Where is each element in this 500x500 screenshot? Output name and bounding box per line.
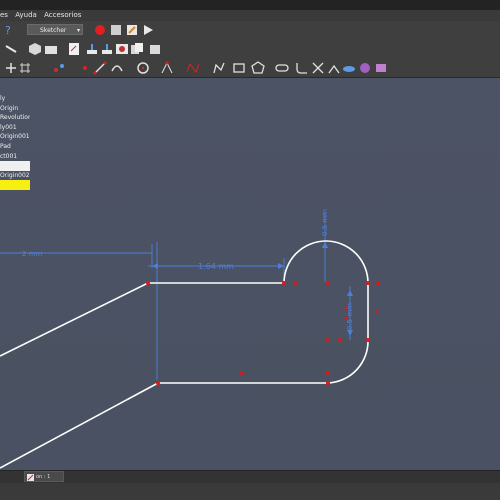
title-bar	[0, 0, 500, 10]
slot-icon[interactable]	[275, 61, 289, 75]
circle-icon[interactable]	[136, 61, 150, 75]
menu-item-es[interactable]: es	[0, 10, 8, 21]
toolbar-row-2	[0, 40, 500, 58]
record-macro-icon[interactable]	[93, 23, 107, 37]
arrow-head	[278, 263, 284, 269]
sketch-canvas[interactable]: 2 mm 1.64 mm 0.5 mm 0.5 mm	[0, 78, 500, 470]
carbon-copy-icon[interactable]	[358, 61, 372, 75]
svg-text:?: ?	[5, 24, 11, 37]
new-sketch-icon[interactable]	[67, 42, 81, 56]
bspline-icon[interactable]	[186, 61, 200, 75]
vertex-point[interactable]	[376, 281, 380, 285]
polyline-icon[interactable]	[212, 61, 226, 75]
vertex-point[interactable]	[156, 381, 160, 385]
validate-sketch-icon[interactable]	[115, 42, 129, 56]
arrow-head	[322, 242, 328, 248]
fillet-icon[interactable]	[295, 61, 309, 75]
sketch-icon	[27, 474, 34, 481]
construction-mode-icon[interactable]	[52, 61, 66, 75]
tree-item[interactable]: Origin	[0, 104, 30, 114]
tree-item-highlighted[interactable]	[0, 180, 30, 190]
dimension-label-vertical-mid[interactable]: 0.5 mm	[346, 303, 354, 330]
document-tab-bar: on : 1	[0, 470, 500, 483]
attach-sketch-icon[interactable]	[85, 42, 99, 56]
document-tab[interactable]: on : 1	[24, 471, 64, 482]
vertex-point[interactable]	[366, 281, 370, 285]
arrow-head	[152, 263, 158, 269]
toolbar-row-1: ? Sketcher ▾	[0, 21, 500, 39]
vertex-point[interactable]	[282, 281, 286, 285]
sketch-line-diagonal-lower[interactable]	[0, 382, 159, 469]
arrow-head	[347, 290, 353, 296]
menu-bar: es Ayuda Accesorios	[0, 10, 500, 21]
conic-icon[interactable]	[160, 61, 174, 75]
vertex-point[interactable]	[338, 338, 342, 342]
part-icon[interactable]	[28, 42, 42, 56]
edit-macro-icon[interactable]	[125, 23, 139, 37]
vertex-point[interactable]	[366, 338, 370, 342]
view-section-icon[interactable]	[4, 61, 18, 75]
polygon-icon[interactable]	[251, 61, 265, 75]
folder-icon[interactable]	[44, 42, 58, 56]
vertex-point[interactable]	[326, 371, 330, 375]
point-icon[interactable]	[78, 61, 92, 75]
constraint-marker[interactable]	[375, 310, 379, 314]
clone-icon[interactable]	[374, 61, 388, 75]
menu-item-accessories[interactable]: Accesorios	[44, 10, 81, 21]
constraint-marker[interactable]	[344, 306, 348, 310]
model-tree: ly Origin Revolution ly001 Origin001 Pad…	[0, 94, 30, 190]
chevron-down-icon: ▾	[76, 27, 80, 34]
workbench-selector[interactable]: Sketcher ▾	[27, 24, 83, 35]
help-icon[interactable]: ?	[1, 23, 15, 37]
reorient-sketch-icon[interactable]	[100, 42, 114, 56]
tree-item[interactable]: ly001	[0, 123, 30, 133]
tree-item[interactable]: Pad	[0, 142, 30, 152]
vertex-point[interactable]	[326, 381, 330, 385]
sketcher-workbench-label: Sketcher	[40, 27, 67, 34]
tree-item-selected[interactable]	[0, 161, 30, 171]
constraint-marker[interactable]	[344, 316, 348, 320]
vertex-point[interactable]	[146, 281, 150, 285]
vertex-point[interactable]	[326, 281, 330, 285]
menu-item-help[interactable]: Ayuda	[15, 10, 37, 21]
trim-icon[interactable]	[311, 61, 325, 75]
tree-item[interactable]: Revolution	[0, 113, 30, 123]
vertex-point[interactable]	[326, 338, 330, 342]
dimension-label-vertical-top[interactable]: 0.5 mm	[321, 209, 329, 236]
dimension-label-left[interactable]: 2 mm	[22, 250, 42, 258]
mirror-sketch-icon[interactable]	[148, 42, 162, 56]
constraint-marker[interactable]	[240, 371, 244, 375]
toolbar-row-3	[0, 59, 500, 77]
3d-viewport[interactable]: 2 mm 1.64 mm 0.5 mm 0.5 mm ly Origin Rev…	[0, 78, 500, 470]
measure-icon[interactable]	[4, 42, 18, 56]
merge-sketches-icon[interactable]	[130, 42, 144, 56]
tree-item[interactable]: ly	[0, 94, 30, 104]
line-icon[interactable]	[93, 61, 107, 75]
rectangle-icon[interactable]	[232, 61, 246, 75]
grid-icon[interactable]	[18, 61, 32, 75]
sketch-line-diagonal-upper[interactable]	[0, 282, 149, 357]
dimension-label-top[interactable]: 1.64 mm	[198, 262, 234, 271]
stop-macro-icon[interactable]	[109, 23, 123, 37]
tree-item[interactable]: ct001	[0, 152, 30, 162]
run-macro-icon[interactable]	[141, 23, 155, 37]
sketch-arc-bottom[interactable]	[327, 339, 369, 384]
extend-icon[interactable]	[327, 61, 341, 75]
arc-icon[interactable]	[110, 61, 124, 75]
document-tab-label: on : 1	[36, 474, 51, 480]
vertex-point[interactable]	[294, 281, 298, 285]
tree-item[interactable]: Origin002	[0, 171, 30, 181]
toolbar-area: ? Sketcher ▾	[0, 21, 500, 78]
tree-item[interactable]: Origin001	[0, 132, 30, 142]
external-geometry-icon[interactable]	[342, 61, 356, 75]
